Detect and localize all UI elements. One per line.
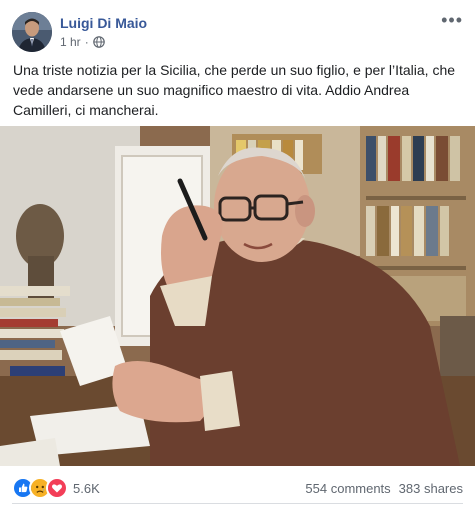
post-meta: Luigi Di Maio 1 hr · (60, 14, 147, 50)
post-subline: 1 hr · (60, 34, 147, 50)
post-options-button[interactable]: ••• (441, 11, 463, 29)
engagement-stats: 554 comments 383 shares (305, 481, 463, 496)
reaction-count: 5.6K (73, 480, 100, 496)
post-photo[interactable] (0, 126, 475, 466)
post-text: Una triste notizia per la Sicilia, che p… (13, 62, 456, 118)
reactions-summary[interactable]: 5.6K (12, 477, 100, 499)
author-name[interactable]: Luigi Di Maio (60, 14, 147, 32)
author-avatar[interactable] (12, 12, 52, 52)
facebook-post: Luigi Di Maio 1 hr · ••• Una triste noti… (0, 0, 475, 513)
post-footer: 5.6K 554 comments 383 shares (0, 474, 475, 502)
shares-link[interactable]: 383 shares (399, 481, 463, 496)
photo-image (0, 126, 475, 466)
footer-divider (12, 503, 463, 504)
globe-icon[interactable] (92, 36, 105, 48)
avatar-image (12, 12, 52, 52)
love-icon (46, 477, 68, 499)
post-header: Luigi Di Maio 1 hr · (12, 10, 147, 54)
separator-dot: · (84, 35, 89, 49)
post-time[interactable]: 1 hr (60, 34, 81, 50)
comments-link[interactable]: 554 comments (305, 481, 390, 496)
